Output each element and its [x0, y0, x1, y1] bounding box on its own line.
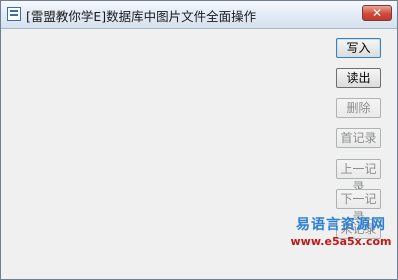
title-bar[interactable]: [雷盟教你学E]数据库中图片文件全面操作 ✕ [1, 1, 397, 29]
write-button[interactable]: 写入 [336, 38, 381, 58]
prev-record-button[interactable]: 上一记录 [336, 159, 381, 194]
read-button[interactable]: 读出 [336, 68, 381, 88]
close-button[interactable]: ✕ [362, 5, 392, 21]
delete-button[interactable]: 删除 [336, 98, 381, 118]
watermark-url: www.e5a5x.com [290, 235, 392, 248]
window-title: [雷盟教你学E]数据库中图片文件全面操作 [26, 9, 257, 24]
app-window: [雷盟教你学E]数据库中图片文件全面操作 ✕ 写入 读出 删除 首记录 上一记录… [0, 0, 398, 280]
next-record-button[interactable]: 下一记录 [336, 189, 381, 224]
app-icon [7, 7, 21, 21]
watermark-title: 易语言资源网 [296, 217, 386, 233]
first-record-button[interactable]: 首记录 [336, 128, 381, 148]
watermark: 易语言资源网 www.e5a5x.com [287, 214, 395, 248]
